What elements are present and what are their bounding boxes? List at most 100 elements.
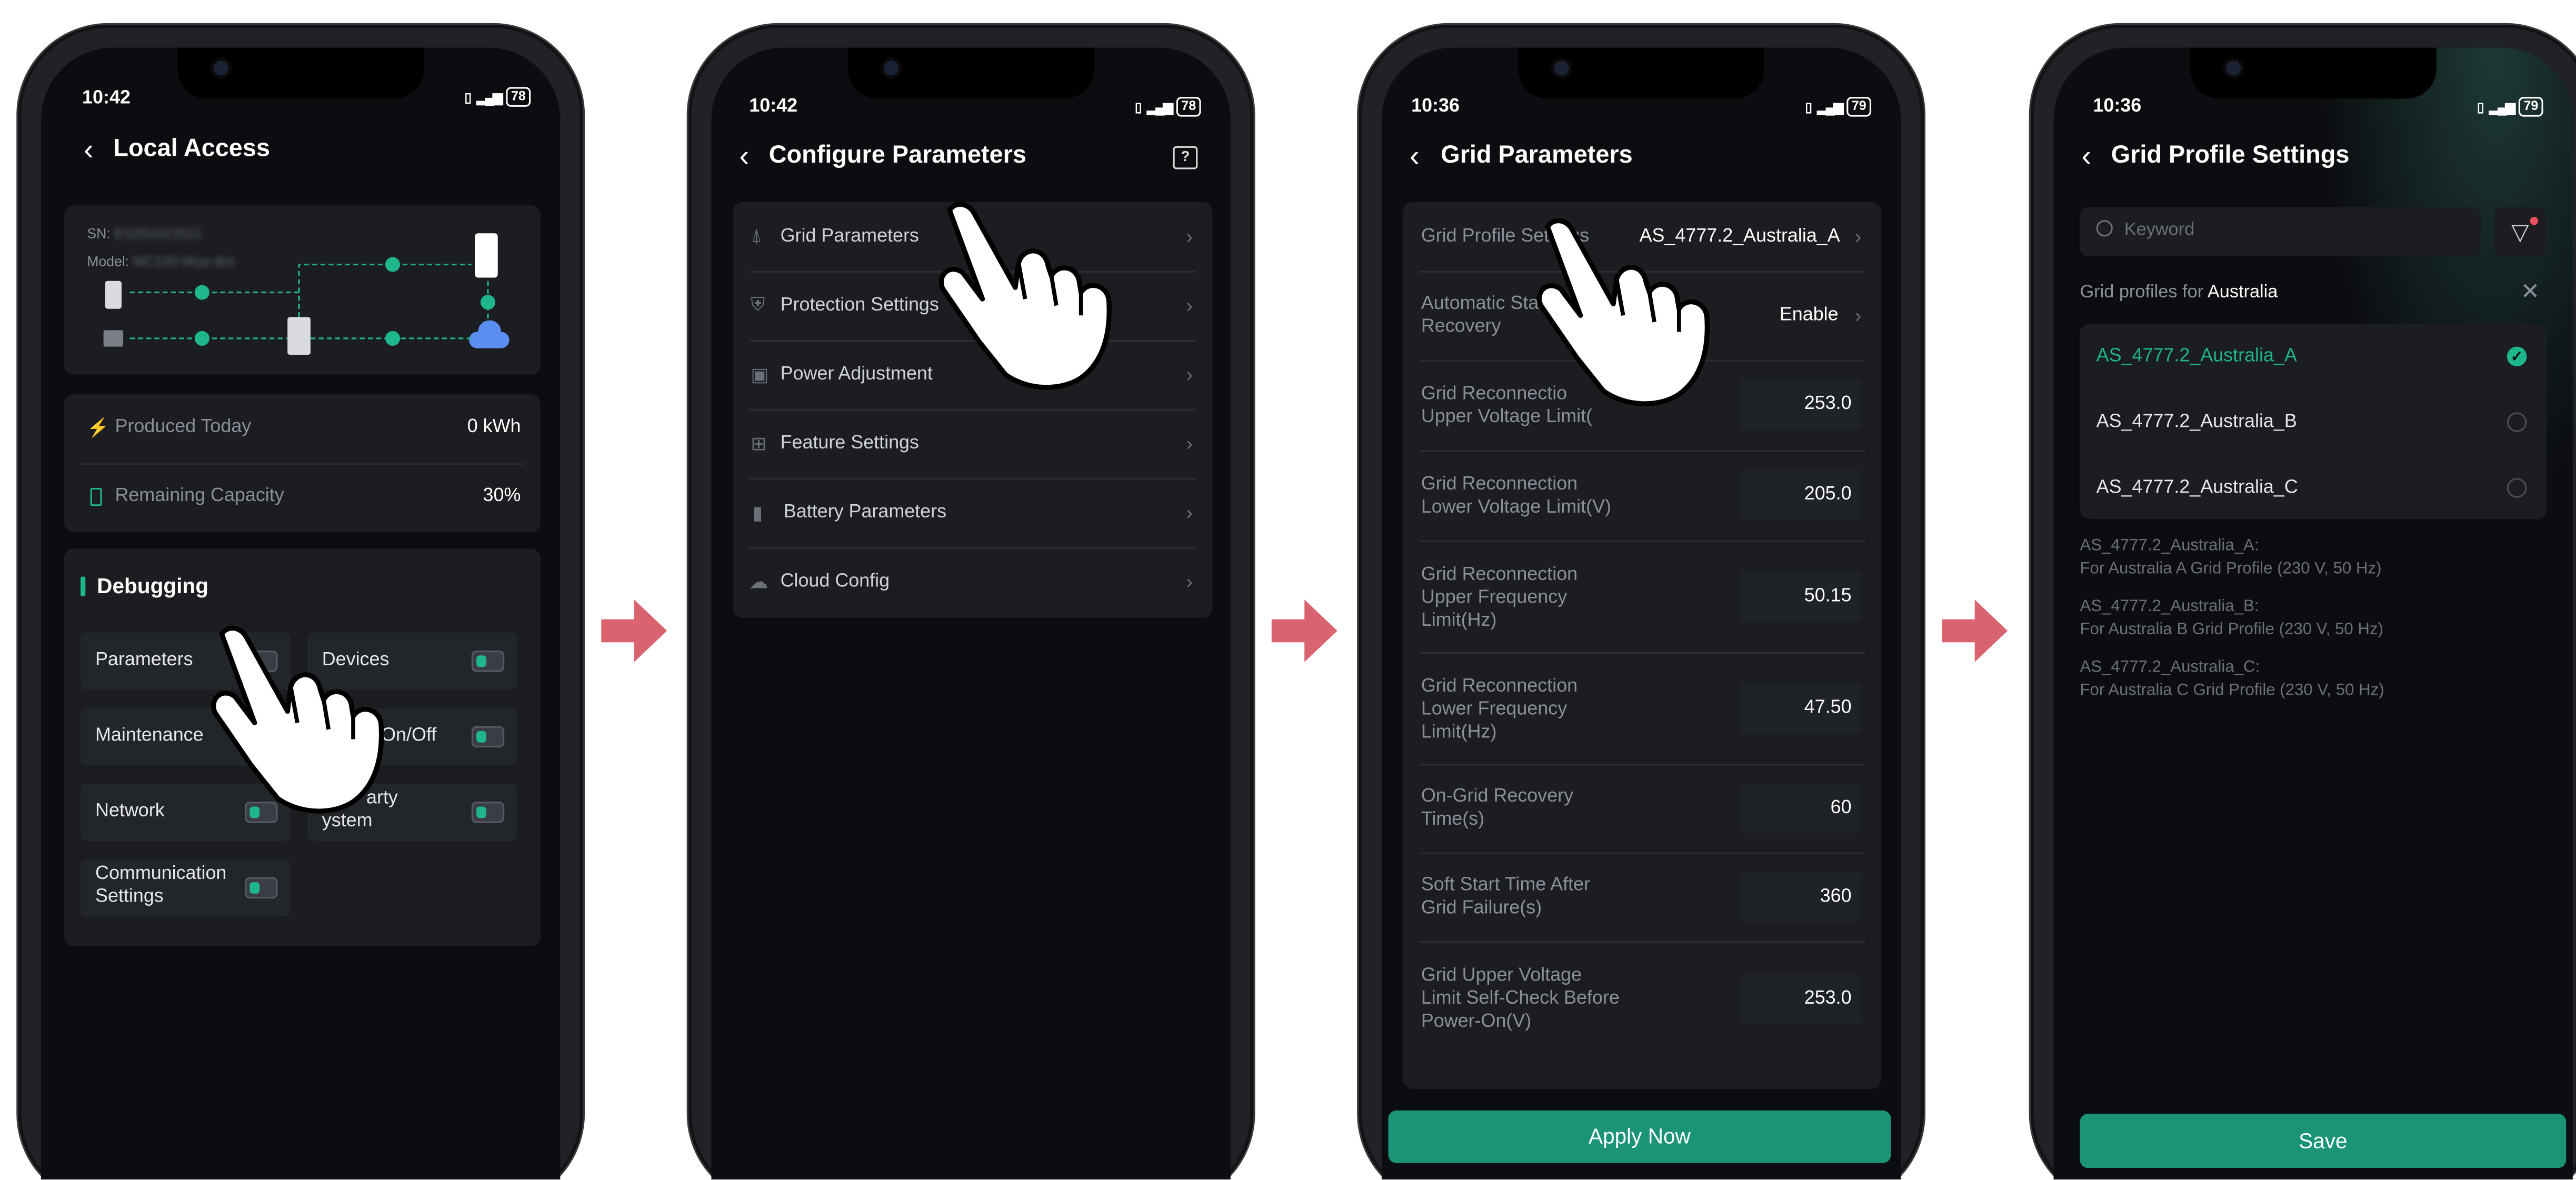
filter-badge xyxy=(2530,216,2539,225)
param-label-1: Grid Reconnection xyxy=(1421,676,1578,697)
signal-icon: ▂▄▆ xyxy=(476,89,503,105)
search-placeholder: Keyword xyxy=(2124,220,2195,240)
param-row: Soft Start Time After Grid Failure(s) 360 xyxy=(1403,853,1881,942)
next-step-arrow-icon xyxy=(601,599,667,662)
divider xyxy=(80,463,524,465)
status-icons: ▯ ▂▄▆ 79 xyxy=(1805,97,1872,117)
chevron-right-icon: › xyxy=(1186,294,1193,317)
radio-icon xyxy=(2507,412,2527,432)
battery-unit-icon xyxy=(475,233,498,278)
profile-options-list: AS_4777.2_Australia_A ✓ AS_4777.2_Austra… xyxy=(2080,323,2547,521)
devices-icon xyxy=(471,650,505,672)
header: ‹ Configure Parameters ? xyxy=(711,130,1230,183)
param-label: Grid Reconnection Lower Frequency Limit(Hz… xyxy=(1421,675,1577,744)
profile-note-desc: For Australia B Grid Profile (230 V, 50 … xyxy=(2080,621,2383,639)
param-label: Grid Reconnection Lower Voltage Limit(V) xyxy=(1421,473,1611,519)
back-arrow-icon[interactable]: ‹ xyxy=(1410,139,1420,174)
param-label-1: Grid Reconnection xyxy=(1421,565,1578,585)
camera-icon xyxy=(884,61,899,76)
pointing-hand-icon xyxy=(211,625,384,814)
apply-now-button[interactable]: Apply Now xyxy=(1388,1110,1891,1163)
section-marker xyxy=(80,576,86,596)
remaining-value: 30% xyxy=(483,486,521,506)
battery-icon xyxy=(90,487,102,505)
param-label-3: Limit(Hz) xyxy=(1421,723,1497,743)
header: ‹ Local Access xyxy=(41,123,560,176)
menu-item-cloud-config[interactable]: ☁ Cloud Config › xyxy=(733,547,1212,616)
cloud-icon: ☁ xyxy=(749,573,768,593)
check-icon: ✓ xyxy=(2507,346,2527,367)
lightning-icon: ⚡ xyxy=(87,418,110,438)
profile-note-desc: For Australia A Grid Profile (230 V, 50 … xyxy=(2080,560,2382,578)
param-value-input[interactable]: 205.0 xyxy=(1740,469,1862,519)
menu-item-label: Cloud Config xyxy=(780,572,890,592)
cloud-icon xyxy=(469,320,510,348)
phone-grid-profile-settings: 10:36 ▯ ▂▄▆ 79 ‹ Grid Profile Settings Key… xyxy=(2029,23,2576,1180)
auto-recovery-label: Automatic Star Recovery xyxy=(1421,293,1545,338)
auto-recovery-label-1: Automatic Star xyxy=(1421,294,1545,314)
profile-note-desc: For Australia C Grid Profile (230 V, 50 … xyxy=(2080,682,2384,700)
param-label: Grid Reconnection Upper Frequency Limit(Hz… xyxy=(1421,564,1577,633)
filter-button[interactable]: ▽ xyxy=(2493,207,2547,256)
status-bar: 10:36 ▯ ▂▄▆ 79 xyxy=(2054,77,2573,117)
profile-option[interactable]: AS_4777.2_Australia_A ✓ xyxy=(2080,324,2546,389)
status-icons: ▯ ▂▄▆ 78 xyxy=(1135,97,1201,117)
back-arrow-icon[interactable]: ‹ xyxy=(740,139,750,174)
filter-icon: ▽ xyxy=(2511,218,2529,245)
status-icons: ▯ ▂▄▆ 79 xyxy=(2477,97,2543,117)
profile-option[interactable]: AS_4777.2_Australia_B xyxy=(2080,389,2546,455)
communication-settings-button[interactable]: Communication Settings xyxy=(80,859,291,917)
param-value-input[interactable]: 47.50 xyxy=(1740,683,1862,733)
profile-note: AS_4777.2_Australia_C: For Australia C Gr… xyxy=(2080,657,2384,703)
chevron-right-icon: › xyxy=(1186,501,1193,524)
back-arrow-icon[interactable]: ‹ xyxy=(84,133,94,168)
profile-note: AS_4777.2_Australia_A: For Australia A Gr… xyxy=(2080,536,2381,582)
param-label-3: Power-On(V) xyxy=(1421,1012,1532,1032)
param-label: On-Grid Recovery Time(s) xyxy=(1421,785,1573,831)
save-button[interactable]: Save xyxy=(2080,1114,2567,1168)
profile-option-label: AS_4777.2_Australia_A xyxy=(2096,346,2297,367)
param-label-2: Limit Self-Check Before xyxy=(1421,988,1620,1009)
param-value-input[interactable]: 60 xyxy=(1740,783,1862,833)
menu-item-battery-parameters[interactable]: ▮ Battery Parameters › xyxy=(733,478,1212,547)
inverter-icon xyxy=(287,317,311,355)
communication-label-1: Communication xyxy=(95,864,227,884)
shield-icon: ⛨ xyxy=(751,295,765,315)
profiles-for-label: Grid profiles for xyxy=(2080,282,2204,303)
next-step-arrow-icon xyxy=(1271,599,1337,662)
close-icon[interactable]: ✕ xyxy=(2521,277,2540,305)
header: ‹ Grid Profile Settings xyxy=(2054,130,2573,183)
battery-icon: 78 xyxy=(1176,97,1201,117)
page-title: Grid Profile Settings xyxy=(2111,141,2350,169)
profiles-for-line: Grid profiles for Australia xyxy=(2080,283,2278,302)
param-value-input[interactable]: 253.0 xyxy=(1740,974,1862,1024)
param-value-input[interactable]: 360 xyxy=(1740,872,1862,922)
chevron-right-icon: › xyxy=(1186,225,1193,248)
search-input[interactable]: Keyword xyxy=(2080,207,2481,256)
maintenance-label: Maintenance xyxy=(95,726,204,746)
param-label: Soft Start Time After Grid Failure(s) xyxy=(1421,874,1590,919)
profile-option-label: AS_4777.2_Australia_C xyxy=(2096,478,2298,498)
vibrate-icon: ▯ xyxy=(2477,99,2484,114)
page-title: Grid Parameters xyxy=(1441,141,1633,169)
phone-local-access: 10:42 ▯ ▂▄▆ 78 ‹ Local Access SN: ES251023… xyxy=(16,23,585,1180)
param-label-2: Lower Voltage Limit(V) xyxy=(1421,497,1611,518)
menu-item-label: Feature Settings xyxy=(780,433,919,454)
camera-icon xyxy=(1554,61,1569,76)
back-arrow-icon[interactable]: ‹ xyxy=(2082,139,2092,174)
param-value-input[interactable]: 253.0 xyxy=(1740,379,1862,429)
profile-option[interactable]: AS_4777.2_Australia_C xyxy=(2080,455,2546,521)
battery-icon: 79 xyxy=(2519,97,2543,117)
battery-icon: ▮ xyxy=(752,504,763,524)
produced-value: 0 kWh xyxy=(467,417,521,437)
chevron-right-icon: › xyxy=(1186,432,1193,455)
chevron-right-icon: › xyxy=(1186,570,1193,593)
param-label-1: Grid Reconnection xyxy=(1421,475,1578,495)
param-value-input[interactable]: 50.15 xyxy=(1740,572,1862,621)
vibrate-icon: ▯ xyxy=(464,89,472,105)
menu-item-feature-settings[interactable]: ⊞ Feature Settings › xyxy=(733,409,1212,478)
help-icon[interactable]: ? xyxy=(1173,146,1198,169)
chevron-right-icon: › xyxy=(1854,304,1862,327)
next-step-arrow-icon xyxy=(1942,599,2008,662)
param-label: Grid Upper Voltage Limit Self-Check Befor… xyxy=(1421,964,1620,1033)
